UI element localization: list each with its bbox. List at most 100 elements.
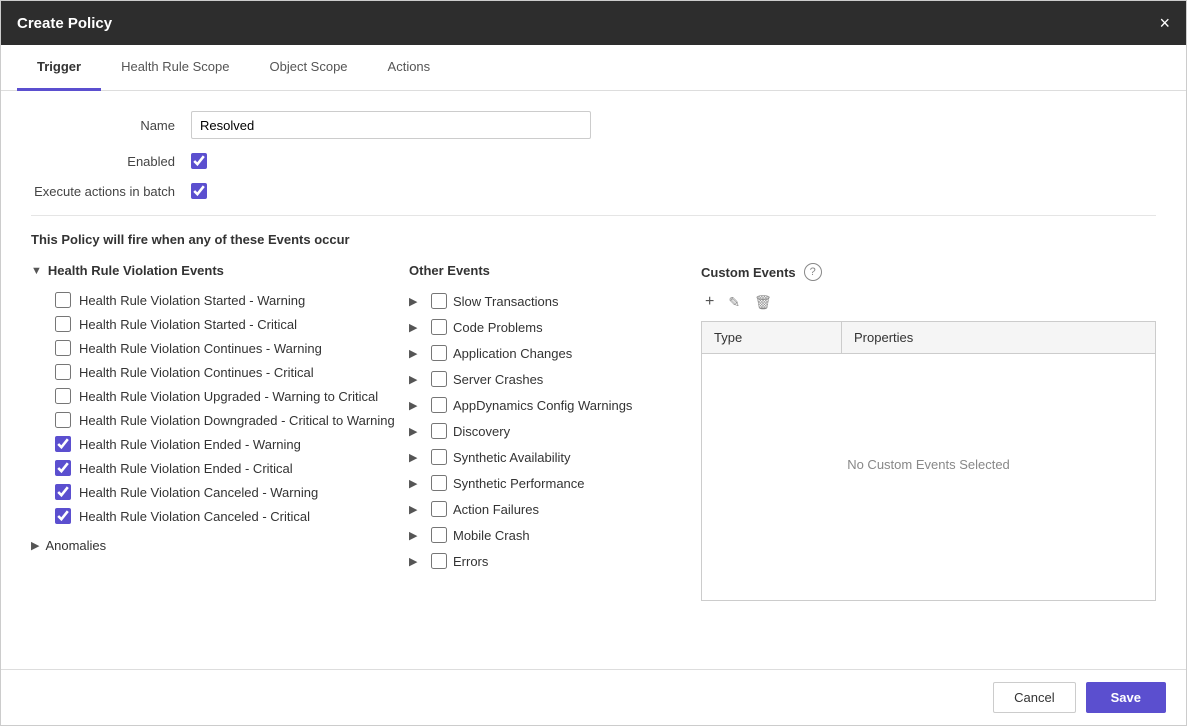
expand-arrow-icon[interactable]: ▶: [409, 555, 425, 568]
health-violation-checkbox-6[interactable]: [55, 436, 71, 452]
batch-label: Execute actions in batch: [31, 184, 191, 199]
health-violation-checkbox-1[interactable]: [55, 316, 71, 332]
modal-footer: Cancel Save: [1, 669, 1186, 725]
tab-health-rule-scope[interactable]: Health Rule Scope: [101, 45, 249, 91]
health-chevron-down-icon: ▼: [31, 265, 42, 277]
tab-actions[interactable]: Actions: [368, 45, 451, 91]
health-violation-item-label: Health Rule Violation Continues - Warnin…: [79, 341, 322, 356]
add-custom-event-button[interactable]: +: [701, 291, 718, 313]
modal-header: Create Policy ×: [1, 1, 1186, 45]
other-event-label: Mobile Crash: [453, 528, 530, 543]
cancel-button[interactable]: Cancel: [993, 682, 1075, 713]
health-violation-header[interactable]: ▼ Health Rule Violation Events: [31, 263, 401, 278]
enabled-checkbox-wrap: [191, 153, 207, 169]
other-event-label: Code Problems: [453, 320, 543, 335]
health-violation-checkbox-4[interactable]: [55, 388, 71, 404]
enabled-label: Enabled: [31, 154, 191, 169]
other-event-label: Errors: [453, 554, 488, 569]
other-event-items: ▶Slow Transactions▶Code Problems▶Applica…: [409, 288, 681, 574]
health-violation-item-label: Health Rule Violation Started - Warning: [79, 293, 305, 308]
custom-events-help-icon[interactable]: ?: [804, 263, 822, 281]
health-violation-item: Health Rule Violation Downgraded - Criti…: [31, 408, 401, 432]
name-input[interactable]: [191, 111, 591, 139]
health-violation-checkbox-0[interactable]: [55, 292, 71, 308]
other-event-label: Discovery: [453, 424, 510, 439]
tab-trigger[interactable]: Trigger: [17, 45, 101, 91]
other-event-checkbox-6[interactable]: [431, 449, 447, 465]
health-violation-item: Health Rule Violation Started - Warning: [31, 288, 401, 312]
other-event-label: Synthetic Performance: [453, 476, 585, 491]
other-event-checkbox-2[interactable]: [431, 345, 447, 361]
name-label: Name: [31, 118, 191, 133]
edit-custom-event-button[interactable]: ✎: [724, 291, 744, 313]
health-violation-checkbox-5[interactable]: [55, 412, 71, 428]
health-violation-item-label: Health Rule Violation Canceled - Critica…: [79, 509, 310, 524]
health-violation-checkbox-8[interactable]: [55, 484, 71, 500]
other-event-checkbox-1[interactable]: [431, 319, 447, 335]
health-violation-checkbox-7[interactable]: [55, 460, 71, 476]
expand-arrow-icon[interactable]: ▶: [409, 347, 425, 360]
other-event-checkbox-0[interactable]: [431, 293, 447, 309]
health-violation-title: Health Rule Violation Events: [48, 263, 224, 278]
health-violation-item-label: Health Rule Violation Ended - Warning: [79, 437, 301, 452]
other-event-checkbox-9[interactable]: [431, 527, 447, 543]
expand-arrow-icon[interactable]: ▶: [409, 373, 425, 386]
anomalies-header[interactable]: ▶ Anomalies: [31, 534, 401, 557]
expand-arrow-icon[interactable]: ▶: [409, 529, 425, 542]
health-violation-item: Health Rule Violation Ended - Warning: [31, 432, 401, 456]
other-event-label: Action Failures: [453, 502, 539, 517]
health-violation-item: Health Rule Violation Continues - Warnin…: [31, 336, 401, 360]
health-violation-checkbox-9[interactable]: [55, 508, 71, 524]
health-violation-item: Health Rule Violation Ended - Critical: [31, 456, 401, 480]
anomalies-label: Anomalies: [45, 538, 106, 553]
expand-arrow-icon[interactable]: ▶: [409, 477, 425, 490]
other-event-item: ▶ Code Problems: [409, 314, 681, 340]
other-event-checkbox-8[interactable]: [431, 501, 447, 517]
other-event-item: ▶Application Changes: [409, 340, 681, 366]
health-violation-item: Health Rule Violation Started - Critical: [31, 312, 401, 336]
expand-arrow-icon[interactable]: ▶: [409, 503, 425, 516]
other-event-label: Synthetic Availability: [453, 450, 571, 465]
modal-body: Name Enabled Execute actions in batch Th…: [1, 91, 1186, 669]
expand-arrow-icon[interactable]: ▶: [409, 399, 425, 412]
form-divider: [31, 215, 1156, 216]
health-violation-col: ▼ Health Rule Violation Events Health Ru…: [31, 263, 401, 601]
health-violation-item-label: Health Rule Violation Continues - Critic…: [79, 365, 314, 380]
expand-arrow-icon[interactable]: ▶: [409, 295, 425, 308]
health-violation-item: Health Rule Violation Canceled - Critica…: [31, 504, 401, 528]
events-container: ▼ Health Rule Violation Events Health Ru…: [31, 263, 1156, 601]
name-row: Name: [31, 111, 1156, 139]
health-violation-item-label: Health Rule Violation Canceled - Warning: [79, 485, 318, 500]
health-violation-item-label: Health Rule Violation Started - Critical: [79, 317, 297, 332]
custom-events-table: Type Properties No Custom Events Selecte…: [701, 321, 1156, 601]
health-violation-item-label: Health Rule Violation Upgraded - Warning…: [79, 389, 378, 404]
custom-events-title: Custom Events: [701, 265, 796, 280]
custom-events-toolbar: + ✎ 🗑: [701, 291, 1156, 313]
other-event-item: ▶ Action Failures: [409, 496, 681, 522]
other-event-checkbox-5[interactable]: [431, 423, 447, 439]
save-button[interactable]: Save: [1086, 682, 1166, 713]
tab-object-scope[interactable]: Object Scope: [249, 45, 367, 91]
other-event-checkbox-3[interactable]: [431, 371, 447, 387]
other-event-item: ▶Server Crashes: [409, 366, 681, 392]
health-violation-checkbox-3[interactable]: [55, 364, 71, 380]
enabled-checkbox[interactable]: [191, 153, 207, 169]
expand-arrow-icon[interactable]: ▶: [409, 321, 425, 334]
other-event-checkbox-4[interactable]: [431, 397, 447, 413]
custom-events-col: Custom Events ? + ✎ 🗑 Type Properties No…: [681, 263, 1156, 601]
other-event-item: ▶ Mobile Crash: [409, 522, 681, 548]
batch-checkbox[interactable]: [191, 183, 207, 199]
tab-bar: Trigger Health Rule Scope Object Scope A…: [1, 45, 1186, 91]
health-violation-checkbox-2[interactable]: [55, 340, 71, 356]
health-violation-item: Health Rule Violation Upgraded - Warning…: [31, 384, 401, 408]
health-violation-item: Health Rule Violation Continues - Critic…: [31, 360, 401, 384]
delete-custom-event-button[interactable]: 🗑: [750, 291, 776, 313]
close-button[interactable]: ×: [1159, 14, 1170, 32]
other-events-col: Other Events ▶Slow Transactions▶Code Pro…: [401, 263, 681, 601]
expand-arrow-icon[interactable]: ▶: [409, 451, 425, 464]
other-event-checkbox-10[interactable]: [431, 553, 447, 569]
col-type: Type: [702, 322, 842, 353]
other-event-label: AppDynamics Config Warnings: [453, 398, 632, 413]
expand-arrow-icon[interactable]: ▶: [409, 425, 425, 438]
other-event-checkbox-7[interactable]: [431, 475, 447, 491]
